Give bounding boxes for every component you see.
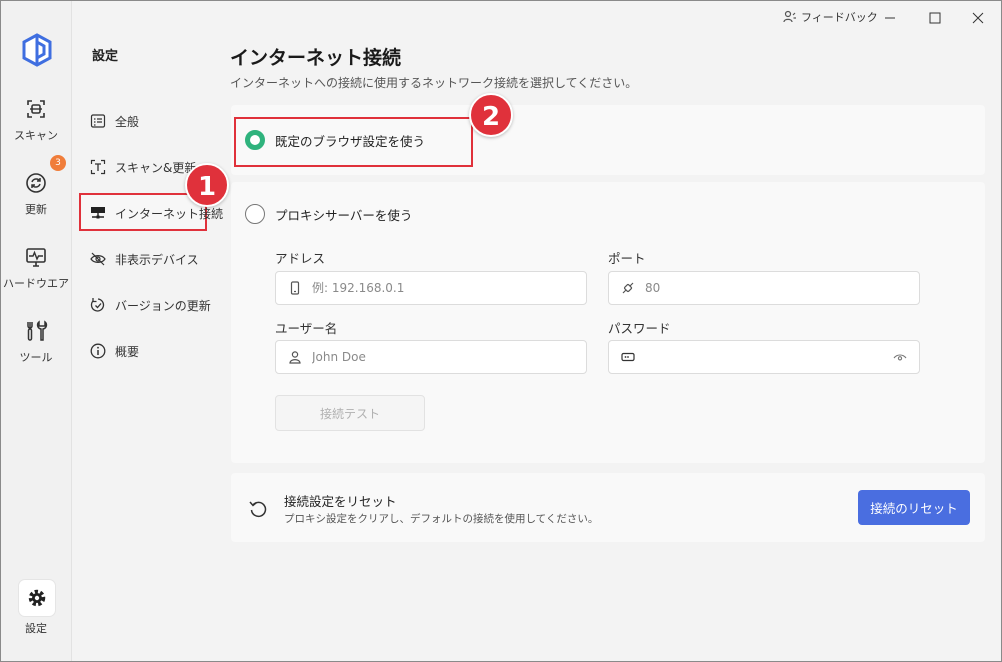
port-input[interactable] [645, 281, 845, 295]
username-input[interactable] [312, 350, 512, 364]
tools-icon [27, 320, 48, 341]
nav-label-scan-update: スキャン&更新 [115, 161, 197, 175]
nav-item-general[interactable]: 全般 [79, 102, 207, 140]
page-title: インターネット接続 [230, 47, 402, 69]
nav-item-version-update[interactable]: バージョンの更新 [79, 286, 211, 324]
user-icon [289, 351, 301, 364]
password-field[interactable] [608, 340, 920, 374]
rail-item-hardware[interactable]: ハードウエア [1, 245, 71, 291]
feedback-button[interactable]: フィードバック [783, 9, 878, 25]
refresh-icon [26, 173, 46, 193]
close-icon [972, 12, 984, 24]
option-proxy-label: プロキシサーバーを使う [275, 207, 413, 223]
info-icon [90, 343, 106, 359]
nav-label-internet-connection: インターネット接続 [115, 207, 224, 221]
app-logo-icon [22, 33, 52, 67]
password-input[interactable] [645, 350, 885, 364]
reset-description: プロキシ設定をクリアし、デフォルトの接続を使用してください。 [284, 513, 599, 525]
reset-connection-button[interactable]: 接続のリセット [858, 490, 970, 525]
hardware-monitor-icon [26, 248, 46, 267]
page-subtitle: インターネットへの接続に使用するネットワーク接続を選択してください。 [230, 76, 638, 90]
option-browser-settings[interactable]: 既定のブラウザ設定を使う [245, 130, 425, 150]
eye-icon[interactable] [893, 350, 907, 364]
option-browser-label: 既定のブラウザ設定を使う [275, 133, 426, 149]
feedback-label: フィードバック [801, 11, 878, 24]
general-icon [90, 114, 106, 128]
plug-icon [622, 282, 634, 294]
close-button[interactable] [963, 5, 993, 31]
eye-off-icon [90, 252, 106, 266]
nav-label-about: 概要 [115, 345, 140, 359]
scan-update-icon [90, 159, 106, 175]
icon-rail: スキャン 更新 3 ハードウエア ツール 設定 [1, 1, 72, 661]
password-label: パスワード [608, 321, 671, 336]
rail-label-scan: スキャン [14, 129, 58, 142]
maximize-icon [929, 12, 941, 24]
nav-item-about[interactable]: 概要 [79, 332, 207, 370]
option-proxy-server[interactable]: プロキシサーバーを使う [245, 204, 412, 224]
rail-item-tools[interactable]: ツール [1, 319, 71, 365]
minimize-icon [885, 17, 895, 19]
radio-proxy-server[interactable] [245, 204, 265, 224]
annotation-marker-1: 1 [185, 163, 229, 207]
maximize-button[interactable] [920, 5, 950, 31]
address-field[interactable] [275, 271, 587, 305]
reset-title: 接続設定をリセット [284, 494, 397, 509]
password-icon [621, 352, 635, 362]
rail-item-update[interactable]: 更新 [1, 171, 71, 217]
radio-browser-settings[interactable] [245, 130, 265, 150]
address-label: アドレス [275, 251, 326, 266]
address-input[interactable] [312, 281, 512, 295]
rail-label-settings: 設定 [25, 622, 47, 635]
port-label: ポート [608, 251, 646, 266]
nav-item-hidden-devices[interactable]: 非表示デバイス [79, 240, 207, 278]
reset-icon [249, 501, 267, 518]
nav-item-internet-connection[interactable]: インターネット接続 [79, 193, 223, 231]
minimize-button[interactable] [875, 5, 905, 31]
rail-label-tools: ツール [19, 351, 53, 364]
test-connection-button[interactable]: 接続テスト [275, 395, 425, 431]
username-field[interactable] [275, 340, 587, 374]
nav-label-version-update: バージョンの更新 [115, 299, 211, 313]
nav-label-hidden-devices: 非表示デバイス [115, 253, 199, 267]
username-label: ユーザー名 [275, 321, 338, 336]
settings-rail-button[interactable] [19, 580, 55, 616]
rail-label-hardware: ハードウエア [3, 277, 69, 290]
rail-item-scan[interactable]: スキャン [1, 97, 71, 143]
app-window: フィードバック スキャン 更新 3 ハードウエア ツール 設定 設定 全般 スキ… [0, 0, 1002, 662]
rail-label-update: 更新 [25, 203, 47, 216]
feedback-icon [783, 10, 796, 23]
scan-icon [27, 100, 45, 118]
network-icon [91, 207, 105, 219]
settings-nav-title: 設定 [92, 49, 119, 64]
update-count-badge: 3 [50, 155, 66, 171]
version-update-icon [90, 298, 105, 312]
annotation-marker-2: 2 [469, 93, 513, 137]
nav-label-general: 全般 [115, 115, 140, 129]
phone-icon [290, 281, 300, 295]
gear-icon [28, 589, 46, 607]
port-field[interactable] [608, 271, 920, 305]
